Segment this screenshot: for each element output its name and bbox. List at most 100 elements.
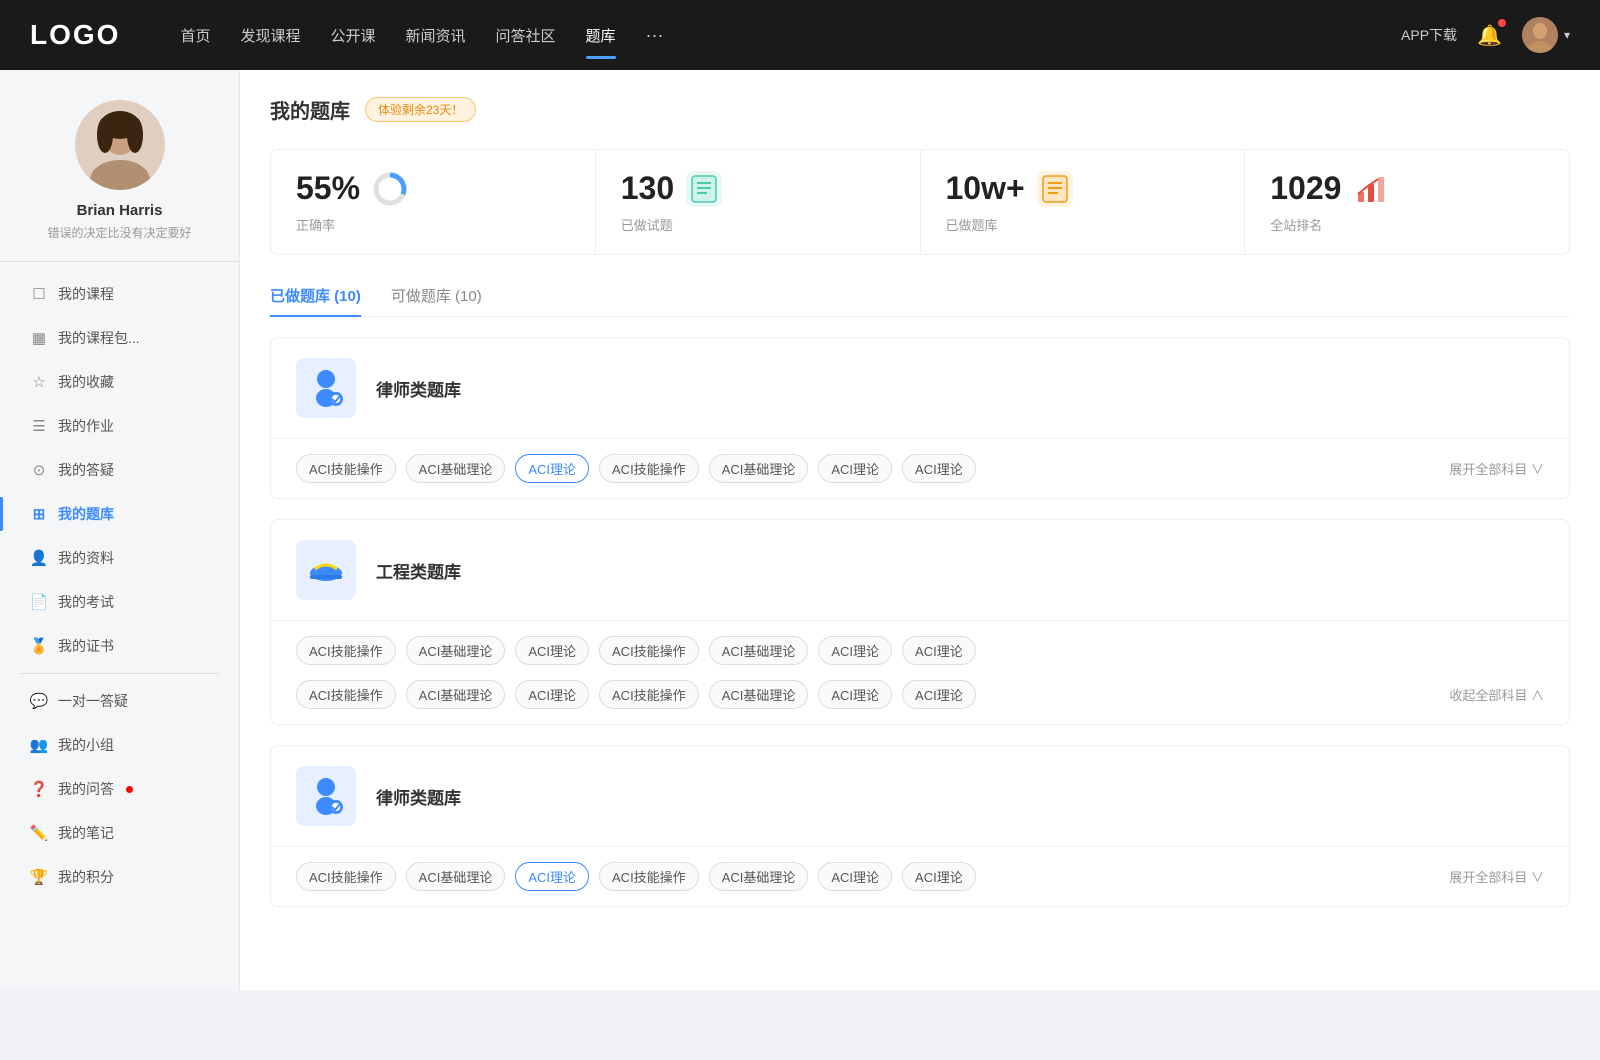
user-avatar-menu[interactable]: ▾ <box>1522 17 1570 53</box>
qbank-header-lawyer-1: 律师类题库 <box>271 338 1569 439</box>
sidebar-item-my-materials[interactable]: 👤 我的资料 <box>0 536 239 580</box>
stat-value-ranking: 1029 <box>1270 170 1341 207</box>
qbank-header-lawyer-2: 律师类题库 <box>271 746 1569 847</box>
tab-done-banks[interactable]: 已做题库 (10) <box>270 285 361 316</box>
tag-eng2-skill-1[interactable]: ACI技能操作 <box>296 680 396 709</box>
expand-link-lawyer-1[interactable]: 展开全部科目 ∨ <box>1449 459 1544 478</box>
tag-eng2-theory-3[interactable]: ACI理论 <box>902 680 976 709</box>
nav-opencourse[interactable]: 公开课 <box>330 20 375 51</box>
tag-eng2-theory-1[interactable]: ACI理论 <box>515 680 589 709</box>
sidebar-item-homework[interactable]: ☰ 我的作业 <box>0 404 239 448</box>
nav-home[interactable]: 首页 <box>180 20 210 51</box>
navbar-right: APP下载 🔔 ▾ <box>1401 17 1570 53</box>
sidebar-item-label: 我的课程包... <box>58 328 140 348</box>
tag-eng-skill-2[interactable]: ACI技能操作 <box>599 636 699 665</box>
tag-law2-skill-2[interactable]: ACI技能操作 <box>599 862 699 891</box>
sidebar-item-my-questions[interactable]: ❓ 我的问答 <box>0 767 239 811</box>
tag-eng-theory-2[interactable]: ACI理论 <box>818 636 892 665</box>
sidebar-item-my-certificates[interactable]: 🏅 我的证书 <box>0 624 239 668</box>
tag-aci-theory-selected-1[interactable]: ACI理论 <box>515 454 589 483</box>
expand-link-lawyer-2[interactable]: 展开全部科目 ∨ <box>1449 867 1544 886</box>
tag-aci-basic-2[interactable]: ACI基础理论 <box>709 454 809 483</box>
sidebar-item-label: 我的答疑 <box>58 460 114 480</box>
stats-row: 55% 正确率 130 <box>270 149 1570 255</box>
sidebar: Brian Harris 错误的决定比没有决定要好 ☐ 我的课程 ▦ 我的课程包… <box>0 70 240 990</box>
app-download-button[interactable]: APP下载 <box>1401 25 1457 45</box>
tag-aci-skill-1[interactable]: ACI技能操作 <box>296 454 396 483</box>
file-text-icon: 📄 <box>30 593 48 611</box>
page-title-row: 我的题库 体验剩余23天！ <box>270 95 1570 124</box>
profile-name: Brian Harris <box>77 202 163 219</box>
tag-eng2-theory-2[interactable]: ACI理论 <box>818 680 892 709</box>
help-circle-icon: ⊙ <box>30 461 48 479</box>
sidebar-item-my-questionbank[interactable]: ⊞ 我的题库 <box>0 492 239 536</box>
nav-questionbank[interactable]: 题库 <box>586 20 616 51</box>
tag-law2-skill-1[interactable]: ACI技能操作 <box>296 862 396 891</box>
sidebar-item-my-notes[interactable]: ✏️ 我的笔记 <box>0 811 239 855</box>
page-title: 我的题库 <box>270 95 350 124</box>
tag-law2-theory-2[interactable]: ACI理论 <box>818 862 892 891</box>
tab-available-banks[interactable]: 可做题库 (10) <box>391 285 482 316</box>
sidebar-item-label: 我的课程 <box>58 284 114 304</box>
qbank-card-lawyer-2: 律师类题库 ACI技能操作 ACI基础理论 ACI理论 ACI技能操作 ACI基… <box>270 745 1570 907</box>
tabs-row: 已做题库 (10) 可做题库 (10) <box>270 285 1570 317</box>
stat-top-accuracy: 55% <box>296 170 570 207</box>
main-content: 我的题库 体验剩余23天！ 55% 正确率 <box>240 70 1600 990</box>
page-wrapper: Brian Harris 错误的决定比没有决定要好 ☐ 我的课程 ▦ 我的课程包… <box>0 70 1600 990</box>
tag-eng-theory-1[interactable]: ACI理论 <box>515 636 589 665</box>
sidebar-item-favorites[interactable]: ☆ 我的收藏 <box>0 360 239 404</box>
medal-icon: 🏆 <box>30 868 48 886</box>
sidebar-item-label: 我的作业 <box>58 416 114 436</box>
qbank-tags-lawyer-1: ACI技能操作 ACI基础理论 ACI理论 ACI技能操作 ACI基础理论 AC… <box>271 439 1569 498</box>
collapse-link-engineer[interactable]: 收起全部科目 ∧ <box>1449 685 1544 704</box>
qbank-tags-lawyer-2: ACI技能操作 ACI基础理论 ACI理论 ACI技能操作 ACI基础理论 AC… <box>271 847 1569 906</box>
stat-value-accuracy: 55% <box>296 170 360 207</box>
profile-section: Brian Harris 错误的决定比没有决定要好 <box>0 100 239 262</box>
star-icon: ☆ <box>30 373 48 391</box>
tag-eng-basic-2[interactable]: ACI基础理论 <box>709 636 809 665</box>
tag-law2-theory-3[interactable]: ACI理论 <box>902 862 976 891</box>
sidebar-item-my-points[interactable]: 🏆 我的积分 <box>0 855 239 899</box>
tag-eng2-basic-2[interactable]: ACI基础理论 <box>709 680 809 709</box>
sidebar-item-my-groups[interactable]: 👥 我的小组 <box>0 723 239 767</box>
edit-icon: ✏️ <box>30 824 48 842</box>
sidebar-item-my-exams[interactable]: 📄 我的考试 <box>0 580 239 624</box>
sidebar-item-label: 我的积分 <box>58 867 114 887</box>
qbank-card-lawyer-1: 律师类题库 ACI技能操作 ACI基础理论 ACI理论 ACI技能操作 ACI基… <box>270 337 1570 499</box>
nav-discover[interactable]: 发现课程 <box>240 20 300 51</box>
qbank-header-engineer: 工程类题库 <box>271 520 1569 621</box>
sidebar-item-one-on-one-qa[interactable]: 💬 一对一答疑 <box>0 679 239 723</box>
sidebar-item-label: 我的笔记 <box>58 823 114 843</box>
tag-aci-theory-2[interactable]: ACI理论 <box>818 454 892 483</box>
nav-news[interactable]: 新闻资讯 <box>406 20 466 51</box>
tag-eng-theory-3[interactable]: ACI理论 <box>902 636 976 665</box>
sidebar-item-my-qa[interactable]: ⊙ 我的答疑 <box>0 448 239 492</box>
sidebar-item-my-courses[interactable]: ☐ 我的课程 <box>0 272 239 316</box>
tag-law2-theory-selected[interactable]: ACI理论 <box>515 862 589 891</box>
tag-eng2-skill-2[interactable]: ACI技能操作 <box>599 680 699 709</box>
stat-label-done-banks: 已做题库 <box>946 215 1220 234</box>
navbar: LOGO 首页 发现课程 公开课 新闻资讯 问答社区 题库 ··· APP下载 … <box>0 0 1600 70</box>
stat-label-ranking: 全站排名 <box>1270 215 1544 234</box>
stat-value-done-questions: 130 <box>621 170 674 207</box>
nav-qa[interactable]: 问答社区 <box>496 20 556 51</box>
tag-eng-basic-1[interactable]: ACI基础理论 <box>406 636 506 665</box>
tag-eng2-basic-1[interactable]: ACI基础理论 <box>406 680 506 709</box>
tag-law2-basic-2[interactable]: ACI基础理论 <box>709 862 809 891</box>
sidebar-item-label: 我的证书 <box>58 636 114 656</box>
notification-bell[interactable]: 🔔 <box>1477 23 1502 48</box>
document-icon: ☐ <box>30 285 48 303</box>
tag-eng-skill-1[interactable]: ACI技能操作 <box>296 636 396 665</box>
tag-aci-basic-1[interactable]: ACI基础理论 <box>406 454 506 483</box>
tag-law2-basic-1[interactable]: ACI基础理论 <box>406 862 506 891</box>
qbank-title-engineer: 工程类题库 <box>376 558 461 583</box>
nav-more[interactable]: ··· <box>646 25 664 46</box>
tag-aci-skill-2[interactable]: ACI技能操作 <box>599 454 699 483</box>
question-icon: ❓ <box>30 780 48 798</box>
tag-aci-theory-3[interactable]: ACI理论 <box>902 454 976 483</box>
trial-badge: 体验剩余23天！ <box>365 97 476 122</box>
sidebar-item-course-packages[interactable]: ▦ 我的课程包... <box>0 316 239 360</box>
bar-chart-icon: ▦ <box>30 329 48 347</box>
notification-badge <box>1498 19 1506 27</box>
sidebar-menu: ☐ 我的课程 ▦ 我的课程包... ☆ 我的收藏 ☰ 我的作业 ⊙ 我的答疑 ⊞ <box>0 262 239 909</box>
